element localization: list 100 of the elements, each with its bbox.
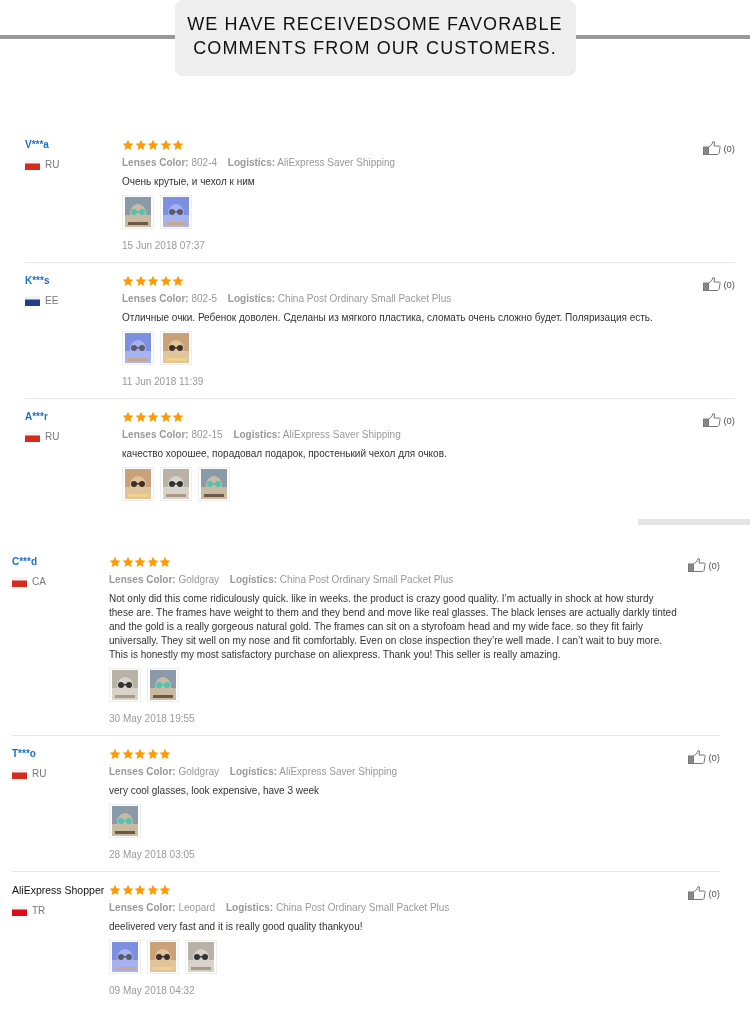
flag-icon <box>25 295 40 306</box>
star-icon <box>159 275 172 287</box>
review-date: 30 May 2018 19:55 <box>109 713 196 724</box>
logistics-value: China Post Ordinary Small Packet Plus <box>279 574 454 585</box>
star-icon <box>121 748 134 760</box>
star-icon <box>121 884 134 896</box>
photo-thumbnail[interactable] <box>147 668 179 702</box>
review-date: 11 Jun 2018 11:39 <box>122 376 205 387</box>
star-icon <box>134 748 146 760</box>
photo-thumbnail[interactable] <box>122 195 154 229</box>
lenses-value: Goldgray <box>178 574 220 585</box>
review-date: 15 Jun 2018 07:37 <box>122 240 206 251</box>
lenses-label: Lenses Color: <box>122 293 189 304</box>
photo-thumbnail[interactable] <box>122 331 154 365</box>
logistics-value: AliExpress Saver Shipping <box>279 766 398 777</box>
review-text: Очень крутые, и чехол к ним <box>122 175 256 189</box>
photo-thumbnail[interactable] <box>198 467 230 501</box>
country-code: EE <box>45 295 59 306</box>
logistics-value: China Post Ordinary Small Packet Plus <box>275 902 450 913</box>
reviewer-name[interactable]: T***o <box>12 748 36 759</box>
lenses-label: Lenses Color: <box>109 902 176 913</box>
flag-icon <box>12 768 27 779</box>
star-icon <box>121 556 134 568</box>
review-date: 09 May 2018 04:32 <box>109 985 196 996</box>
flag-icon <box>12 576 27 587</box>
thumbs-up-icon[interactable] <box>703 277 722 291</box>
like-count: (0) <box>723 278 735 290</box>
like-count: (0) <box>708 887 720 899</box>
star-icon <box>109 748 121 760</box>
country-code: TR <box>32 905 46 916</box>
star-icon <box>172 139 184 151</box>
star-icon <box>134 411 147 423</box>
star-icon <box>146 884 159 896</box>
review-text: Not only did this come ridiculously quick. like in weeks. the product is crazy good quality. I’m actually in shock at how sturdy these are. The frames have weight to them and they bend and move like real glasses. The black lenses are actually darkly tinted and the gold is a really gorgeous natural gold. The frames can sit on a styrofoam head and my wide face. so they fit fairly universally. They sit well on my nose and fit comfortably. Even on close inspection they’re well made. I can’t wait to buy more. This is honestly my most satisfactory purchase on aliexpress. Thank you! This seller is really amazing. <box>109 592 678 662</box>
star-icon <box>159 556 171 568</box>
star-icon <box>159 411 172 423</box>
reviewer-name[interactable]: C***d <box>12 556 37 567</box>
photo-thumbnail[interactable] <box>147 940 179 974</box>
thumbs-up-icon[interactable] <box>688 750 707 764</box>
star-icon <box>122 275 134 287</box>
thumbs-up-icon[interactable] <box>703 413 722 427</box>
reviewer-name[interactable]: A***r <box>25 411 48 422</box>
star-icon <box>134 275 147 287</box>
photo-thumbnail[interactable] <box>160 331 192 365</box>
photo-thumbnail[interactable] <box>109 804 141 838</box>
logistics-value: China Post Ordinary Small Packet Plus <box>277 293 452 304</box>
star-icon <box>147 275 159 287</box>
review-text: very cool glasses, look expensive, have 3 week <box>109 784 321 798</box>
star-icon <box>146 748 159 760</box>
photo-thumbnail[interactable] <box>122 467 154 501</box>
star-icon <box>134 556 146 568</box>
country-code: RU <box>45 159 60 170</box>
star-icon <box>147 139 159 151</box>
country-code: RU <box>32 768 47 779</box>
star-icon <box>172 275 184 287</box>
lenses-value: 802-5 <box>191 293 218 304</box>
logistics-label: Logistics: <box>229 766 278 777</box>
reviewer-name: AliExpress Shopper <box>12 884 105 896</box>
thumbs-up-icon[interactable] <box>688 886 707 900</box>
photo-thumbnail[interactable] <box>109 940 141 974</box>
review-text: deelivered very fast and it is really good quality thankyou! <box>109 920 364 934</box>
thumbs-up-icon[interactable] <box>703 141 722 155</box>
flag-icon <box>12 905 27 916</box>
photo-thumbnail[interactable] <box>109 668 141 702</box>
title-banner: WE HAVE RECEIVEDSOME FAVORABLE COMMENTS FROM OUR CUSTOMERS. <box>174 0 576 76</box>
flag-icon <box>25 159 40 170</box>
logistics-label: Logistics: <box>227 293 276 304</box>
thumbs-up-icon[interactable] <box>688 558 707 572</box>
logistics-label: Logistics: <box>229 574 278 585</box>
reviewer-name[interactable]: K***s <box>25 275 50 286</box>
lenses-value: Leopard <box>178 902 216 913</box>
like-count: (0) <box>723 142 735 154</box>
star-icon <box>109 556 121 568</box>
like-count: (0) <box>708 559 720 571</box>
star-icon <box>134 884 146 896</box>
star-icon <box>109 884 121 896</box>
reviewer-name[interactable]: V***a <box>25 139 49 150</box>
logistics-label: Logistics: <box>225 902 274 913</box>
like-count: (0) <box>708 751 720 763</box>
star-icon <box>159 884 171 896</box>
lenses-label: Lenses Color: <box>122 429 189 440</box>
like-count: (0) <box>723 414 735 426</box>
review-text: качество хорошее, порадовал подарок, простенький чехол для очков. <box>122 447 448 461</box>
lenses-value: Goldgray <box>178 766 220 777</box>
star-icon <box>159 748 171 760</box>
logistics-value: AliExpress Saver Shipping <box>277 157 396 168</box>
photo-thumbnail[interactable] <box>160 195 192 229</box>
star-icon <box>159 139 172 151</box>
country-code: RU <box>45 431 60 442</box>
star-icon <box>134 139 147 151</box>
star-icon <box>122 139 134 151</box>
review-date: 28 May 2018 03:05 <box>109 849 196 860</box>
logistics-label: Logistics: <box>227 157 276 168</box>
flag-icon <box>25 431 40 442</box>
star-icon <box>172 411 184 423</box>
photo-thumbnail[interactable] <box>185 940 217 974</box>
review-text: Отличные очки. Ребенок доволен. Сделаны из мягкого пластика, сломать очень сложно будет. Поляризация есть. <box>122 311 654 325</box>
photo-thumbnail[interactable] <box>160 467 192 501</box>
logistics-value: AliExpress Saver Shipping <box>282 429 401 440</box>
logistics-label: Logistics: <box>233 429 281 440</box>
